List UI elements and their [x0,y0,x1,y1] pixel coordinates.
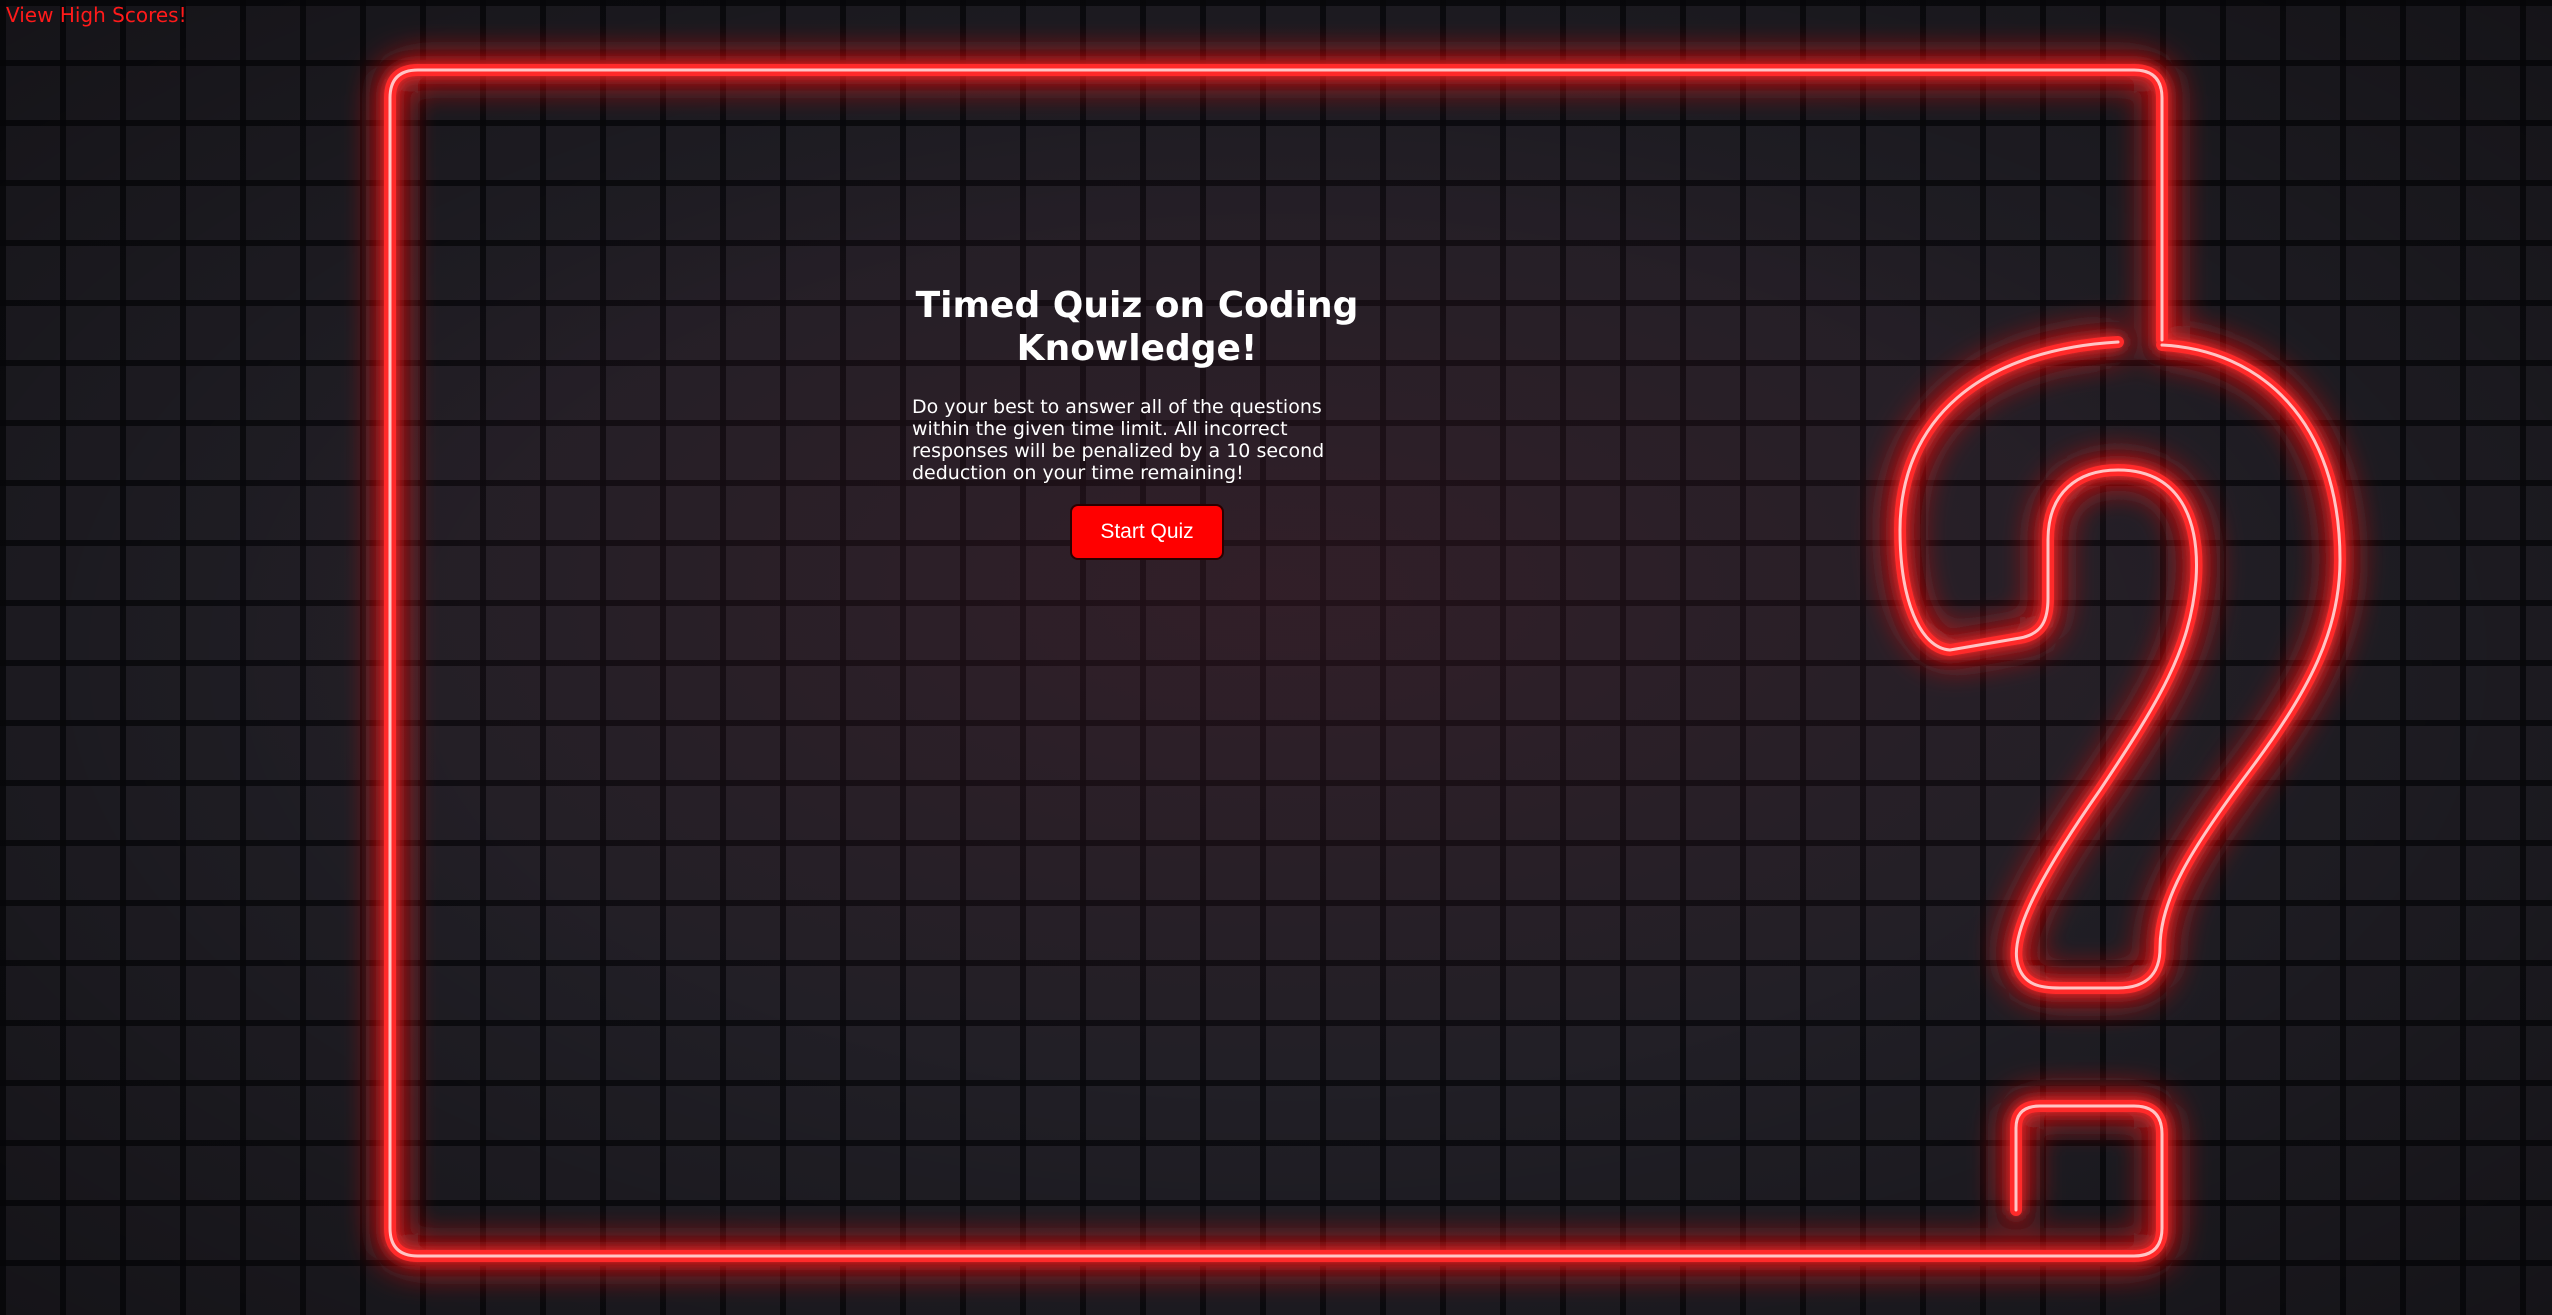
quiz-intro-panel: Timed Quiz on Coding Knowledge! Do your … [912,284,1362,560]
neon-question-mark-icon [384,64,2346,1262]
start-quiz-button[interactable]: Start Quiz [1070,504,1224,560]
start-button-container: Start Quiz [912,504,1382,560]
quiz-title: Timed Quiz on Coding Knowledge! [915,285,1359,369]
quiz-instructions: Do your best to answer all of the questi… [912,396,1325,484]
view-high-scores-link[interactable]: View High Scores! [6,3,187,27]
